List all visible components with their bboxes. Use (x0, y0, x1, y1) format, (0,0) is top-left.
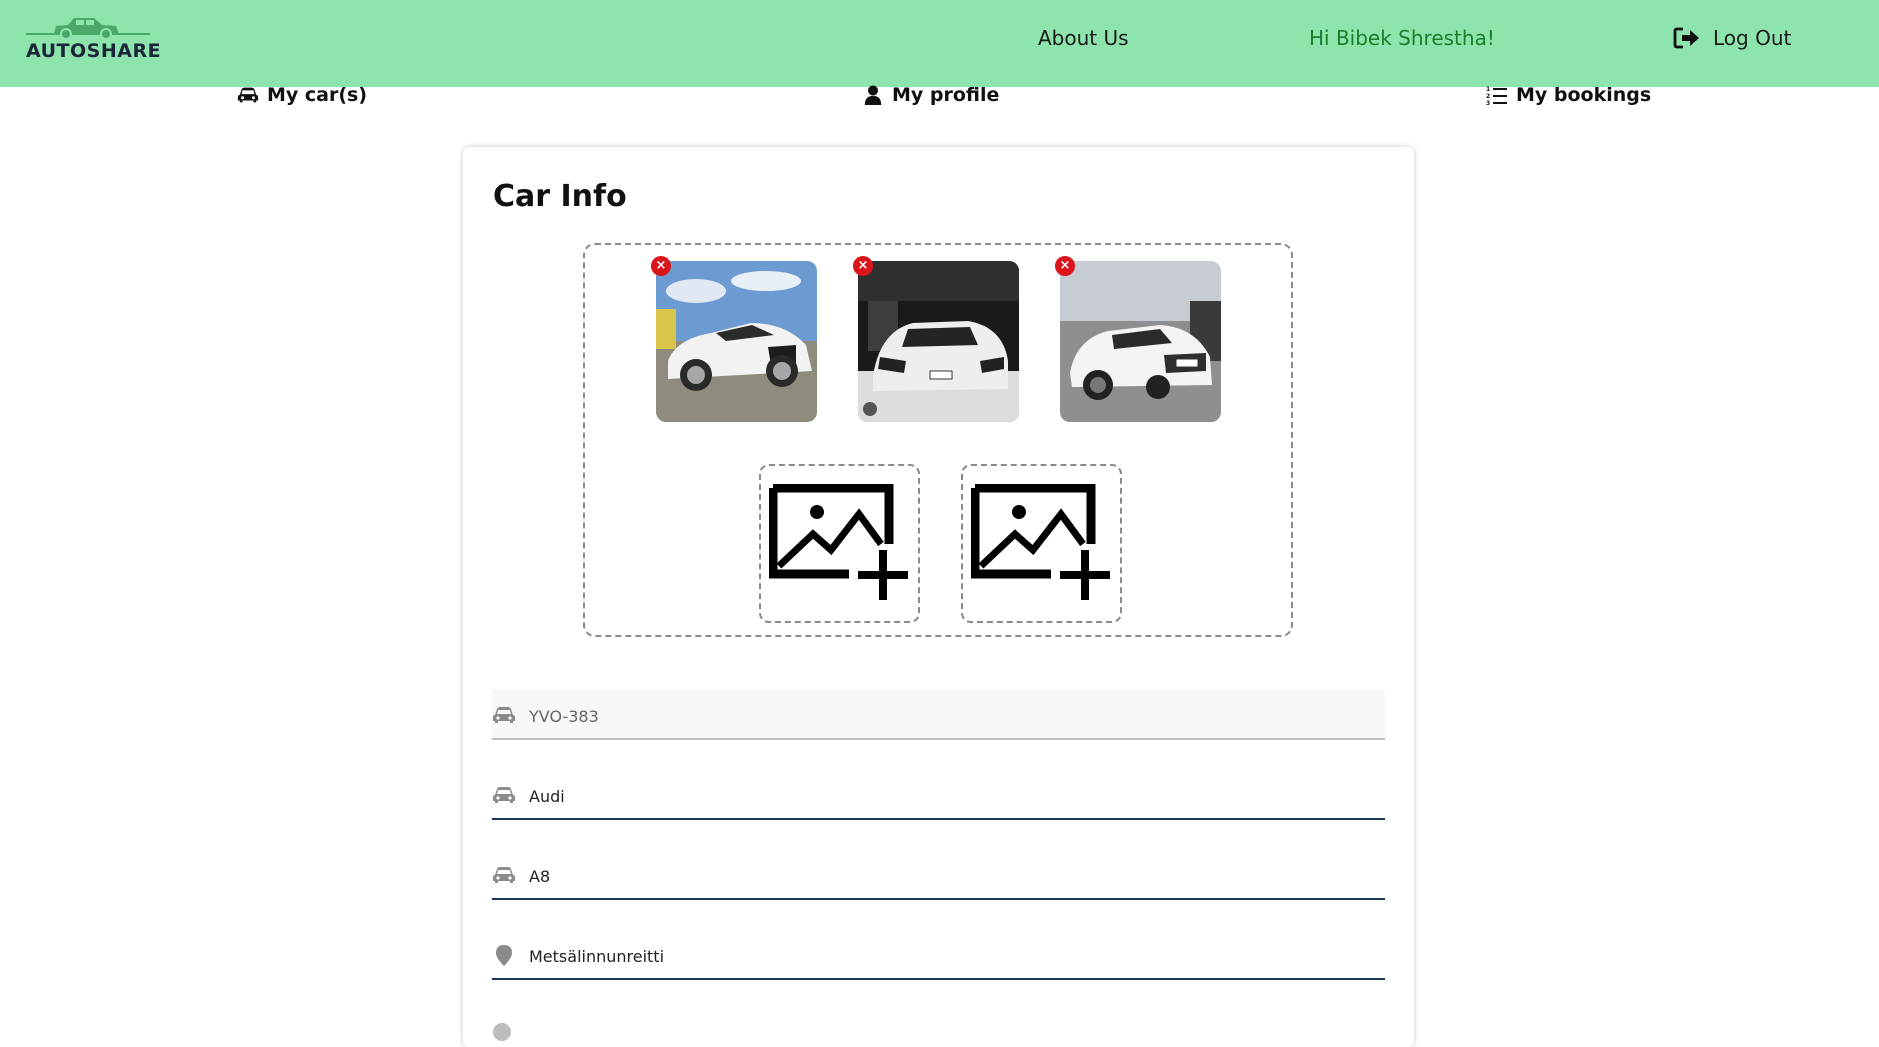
add-image-icon (769, 484, 908, 600)
add-image-icon (971, 484, 1110, 600)
car-icon (493, 707, 515, 723)
tab-my-cars-label: My car(s) (267, 84, 368, 106)
model-field (492, 850, 1385, 900)
location-input[interactable] (527, 940, 1351, 972)
logout-label: Log Out (1713, 26, 1792, 50)
make-input[interactable] (527, 780, 1351, 812)
add-photo-slot-2[interactable] (961, 464, 1122, 623)
car-photo-2[interactable] (858, 261, 1019, 422)
car-icon (493, 867, 515, 883)
car-icon (493, 787, 515, 803)
card-title: Car Info (493, 179, 627, 214)
car-icon (237, 87, 259, 103)
model-input[interactable] (527, 860, 1351, 892)
car-info-card: Car Info × × × YVO-383 Audi A8 Metsälinn… (463, 147, 1414, 1047)
user-greeting[interactable]: Hi Bibek Shrestha! (1309, 26, 1495, 50)
top-navbar: AUTOSHARE About Us Hi Bibek Shrestha! Lo… (0, 0, 1879, 87)
location-field (492, 930, 1385, 980)
about-us-link[interactable]: About Us (1038, 26, 1129, 50)
remove-photo-3-button[interactable]: × (1055, 256, 1075, 276)
car-photo-icon (1060, 261, 1221, 422)
car-logo-icon (26, 18, 150, 40)
car-photo-icon (858, 261, 1019, 422)
tab-my-bookings[interactable]: 1 2 3 My bookings (1486, 84, 1651, 106)
car-photo-1[interactable] (656, 261, 817, 422)
tab-my-cars[interactable]: My car(s) (237, 84, 367, 106)
tab-my-profile[interactable]: My profile (862, 84, 999, 106)
registration-field (492, 690, 1385, 740)
user-icon (864, 85, 882, 105)
tab-my-profile-label: My profile (892, 84, 1000, 106)
svg-text:2: 2 (1486, 93, 1490, 100)
map-pin-icon (496, 945, 512, 966)
photo-upload-area: × × × (583, 243, 1293, 637)
logout-icon (1673, 27, 1699, 49)
make-field (492, 770, 1385, 820)
registration-input[interactable] (527, 700, 1351, 732)
tab-my-bookings-label: My bookings (1516, 84, 1652, 106)
logo-text: AUTOSHARE (26, 40, 162, 62)
partial-field-icon (493, 1023, 511, 1041)
car-photo-icon (656, 261, 817, 422)
remove-photo-2-button[interactable]: × (853, 256, 873, 276)
logout-button[interactable]: Log Out (1673, 26, 1791, 50)
numbered-list-icon: 1 2 3 (1486, 86, 1507, 105)
car-photo-3[interactable] (1060, 261, 1221, 422)
svg-text:3: 3 (1486, 100, 1490, 105)
add-photo-slot-1[interactable] (759, 464, 920, 623)
remove-photo-1-button[interactable]: × (651, 256, 671, 276)
autoshare-logo[interactable]: AUTOSHARE (26, 12, 162, 62)
svg-text:1: 1 (1486, 86, 1490, 93)
